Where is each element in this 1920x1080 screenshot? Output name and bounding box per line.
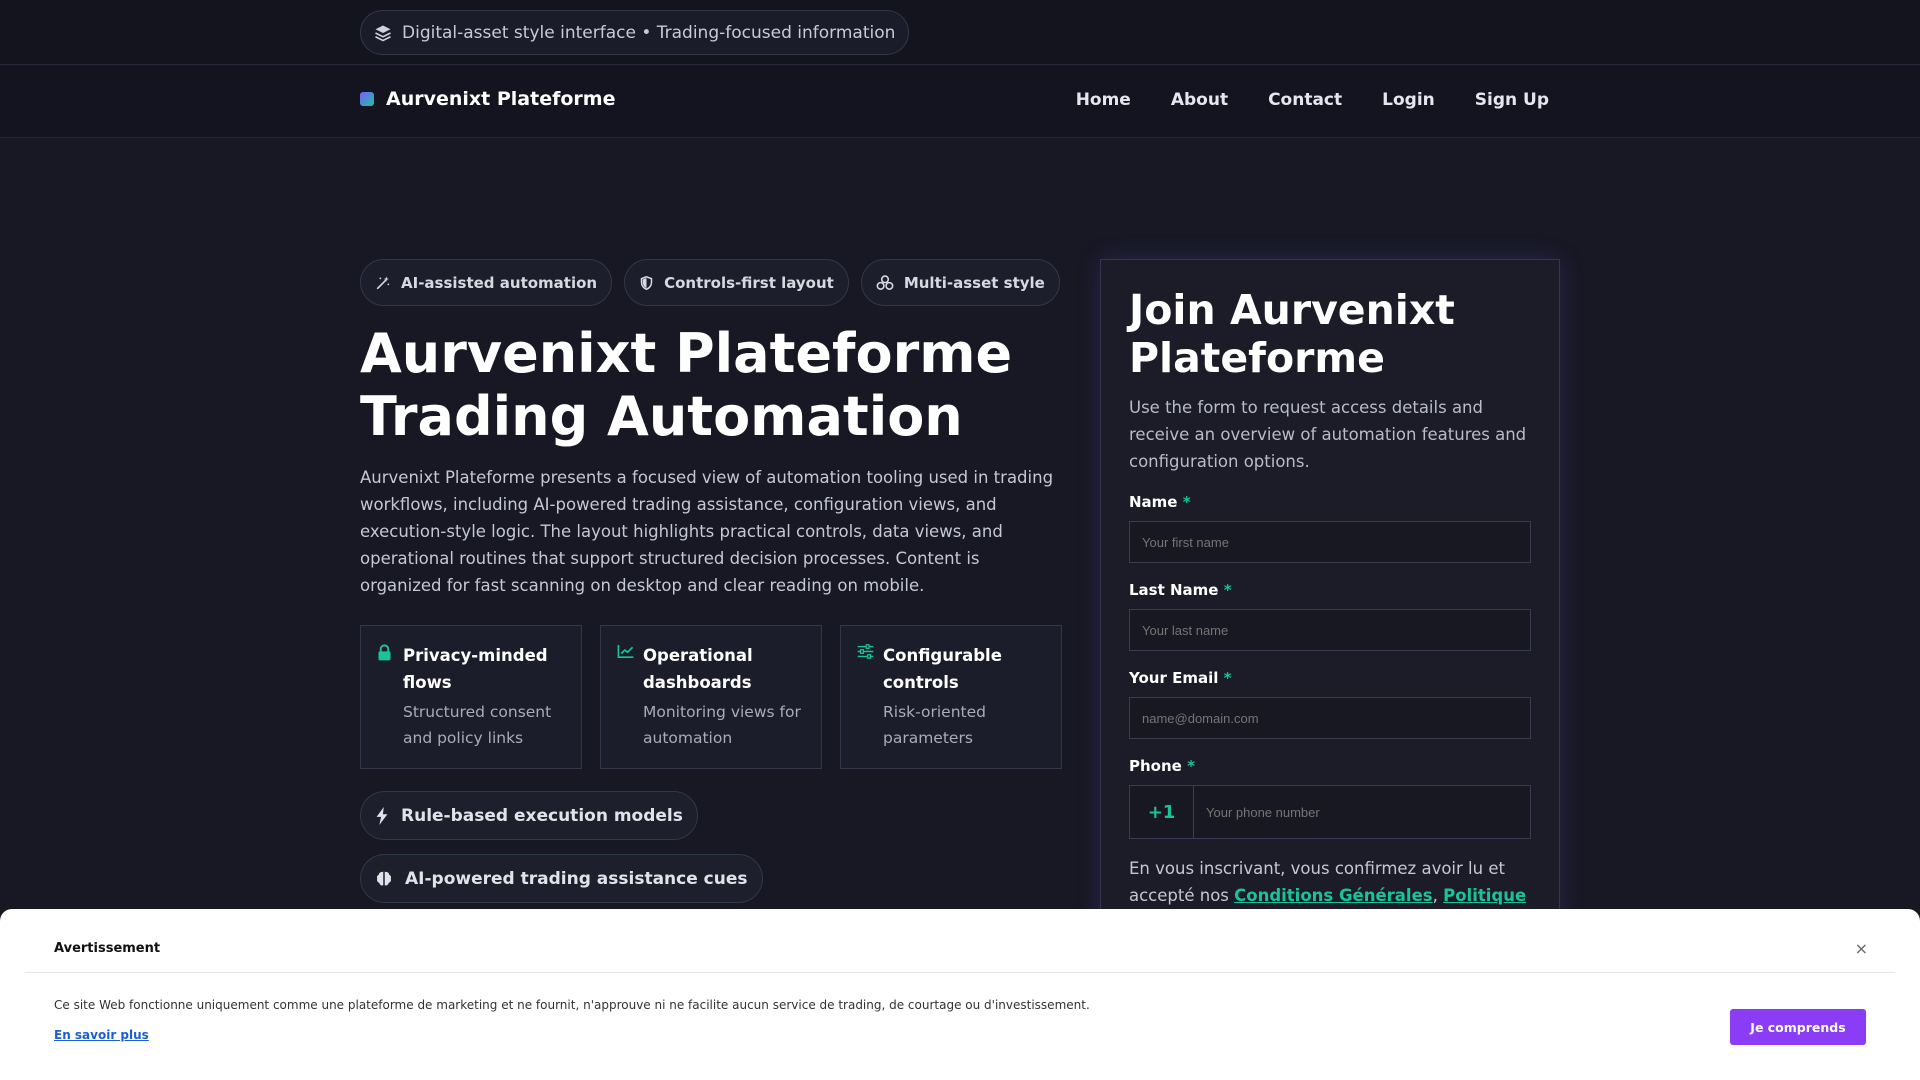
chip-label: AI-assisted automation bbox=[401, 273, 598, 292]
phone-label-text: Phone bbox=[1129, 757, 1182, 775]
top-info-text: Digital-asset style interface • Trading-… bbox=[402, 22, 896, 43]
brain-icon bbox=[375, 870, 393, 887]
feature-card-dashboards: Operational dashboards Monitoring views … bbox=[600, 625, 822, 769]
hero-title: Aurvenixt Plateforme Trading Automation bbox=[360, 322, 1080, 448]
required-mark: * bbox=[1187, 757, 1195, 775]
hero-title-line-1: Aurvenixt Plateforme bbox=[360, 322, 1013, 385]
nav-link-contact[interactable]: Contact bbox=[1268, 90, 1342, 110]
feature-desc: Monitoring views for automation bbox=[643, 703, 801, 747]
top-info-bar: Digital-asset style interface • Trading-… bbox=[0, 0, 1920, 65]
sliders-icon bbox=[857, 642, 874, 768]
email-label: Your Email * bbox=[1129, 669, 1531, 687]
required-mark: * bbox=[1223, 581, 1232, 599]
name-label-text: Name bbox=[1129, 493, 1178, 511]
close-icon[interactable]: × bbox=[1855, 939, 1868, 958]
pill-rule-based: Rule-based execution models bbox=[360, 791, 698, 840]
feature-title: Privacy-minded flows bbox=[403, 646, 548, 692]
brand-name: Aurvenixt Plateforme bbox=[386, 88, 616, 110]
last-name-label-text: Last Name bbox=[1129, 581, 1219, 599]
pill-label: Rule-based execution models bbox=[401, 805, 683, 826]
required-mark: * bbox=[1182, 493, 1191, 511]
hero-chips: AI-assisted automation Controls-first la… bbox=[360, 259, 1060, 306]
required-mark: * bbox=[1223, 669, 1232, 687]
layers-icon bbox=[374, 24, 392, 42]
chip-multi-asset: Multi-asset style bbox=[860, 259, 1060, 306]
nav-link-signup[interactable]: Sign Up bbox=[1475, 90, 1549, 110]
disclaimer-banner: Avertissement × Ce site Web fonctionne u… bbox=[0, 909, 1920, 1080]
chip-label: Controls-first layout bbox=[664, 273, 834, 292]
nav-link-login[interactable]: Login bbox=[1382, 90, 1435, 110]
consent-comma: , bbox=[1432, 886, 1444, 905]
chip-label: Multi-asset style bbox=[903, 273, 1045, 292]
lock-icon bbox=[377, 642, 393, 768]
shield-icon bbox=[639, 275, 654, 291]
nav-links: Home About Contact Login Sign Up bbox=[1076, 90, 1549, 110]
main-navbar: Aurvenixt Plateforme Home About Contact … bbox=[0, 66, 1920, 138]
signup-form-card: Join Aurvenixt Plateforme Use the form t… bbox=[1100, 259, 1560, 979]
feature-cards: Privacy-minded flows Structured consent … bbox=[360, 625, 1062, 769]
hero-description: Aurvenixt Plateforme presents a focused … bbox=[360, 468, 1054, 595]
chip-controls-first: Controls-first layout bbox=[624, 259, 849, 306]
magic-wand-icon bbox=[375, 275, 391, 291]
feature-desc: Structured consent and policy links bbox=[403, 703, 552, 747]
bolt-icon bbox=[375, 806, 389, 825]
form-description: Use the form to request access details a… bbox=[1129, 398, 1527, 471]
email-label-text: Your Email bbox=[1129, 669, 1219, 687]
learn-more-link[interactable]: En savoir plus bbox=[54, 1028, 149, 1042]
chip-ai-automation: AI-assisted automation bbox=[360, 259, 613, 306]
email-input[interactable] bbox=[1129, 697, 1531, 739]
name-label: Name * bbox=[1129, 493, 1531, 511]
first-name-input[interactable] bbox=[1129, 521, 1531, 563]
accept-button[interactable]: Je comprends bbox=[1730, 1009, 1866, 1045]
last-name-label: Last Name * bbox=[1129, 581, 1531, 599]
top-info-pill: Digital-asset style interface • Trading-… bbox=[360, 10, 910, 55]
brand-logo[interactable]: Aurvenixt Plateforme bbox=[360, 88, 615, 110]
pill-ai-assistance: AI-powered trading assistance cues bbox=[360, 854, 763, 903]
phone-input[interactable] bbox=[1194, 786, 1530, 838]
feature-title: Operational dashboards bbox=[643, 646, 753, 692]
disclaimer-text: Ce site Web fonctionne uniquement comme … bbox=[54, 998, 1090, 1012]
feature-card-privacy: Privacy-minded flows Structured consent … bbox=[360, 625, 582, 769]
feature-card-controls: Configurable controls Risk-oriented para… bbox=[840, 625, 1062, 769]
divider bbox=[25, 972, 1895, 973]
chart-line-icon bbox=[617, 642, 634, 768]
nav-link-home[interactable]: Home bbox=[1076, 90, 1131, 110]
feature-title: Configurable controls bbox=[883, 646, 1002, 692]
disclaimer-title: Avertissement bbox=[54, 941, 161, 956]
phone-label: Phone * bbox=[1129, 757, 1531, 775]
brand-square-icon bbox=[360, 92, 374, 106]
hero-title-line-2: Trading Automation bbox=[360, 385, 963, 448]
phone-country-code[interactable]: +1 bbox=[1130, 786, 1194, 838]
form-title: Join Aurvenixt Plateforme bbox=[1129, 286, 1455, 382]
last-name-input[interactable] bbox=[1129, 609, 1531, 651]
nav-link-about[interactable]: About bbox=[1171, 90, 1228, 110]
pill-label: AI-powered trading assistance cues bbox=[405, 868, 748, 889]
terms-link[interactable]: Conditions Générales bbox=[1234, 886, 1432, 905]
phone-field: +1 bbox=[1129, 785, 1531, 839]
coins-icon bbox=[876, 274, 894, 291]
feature-desc: Risk-oriented parameters bbox=[883, 703, 986, 747]
